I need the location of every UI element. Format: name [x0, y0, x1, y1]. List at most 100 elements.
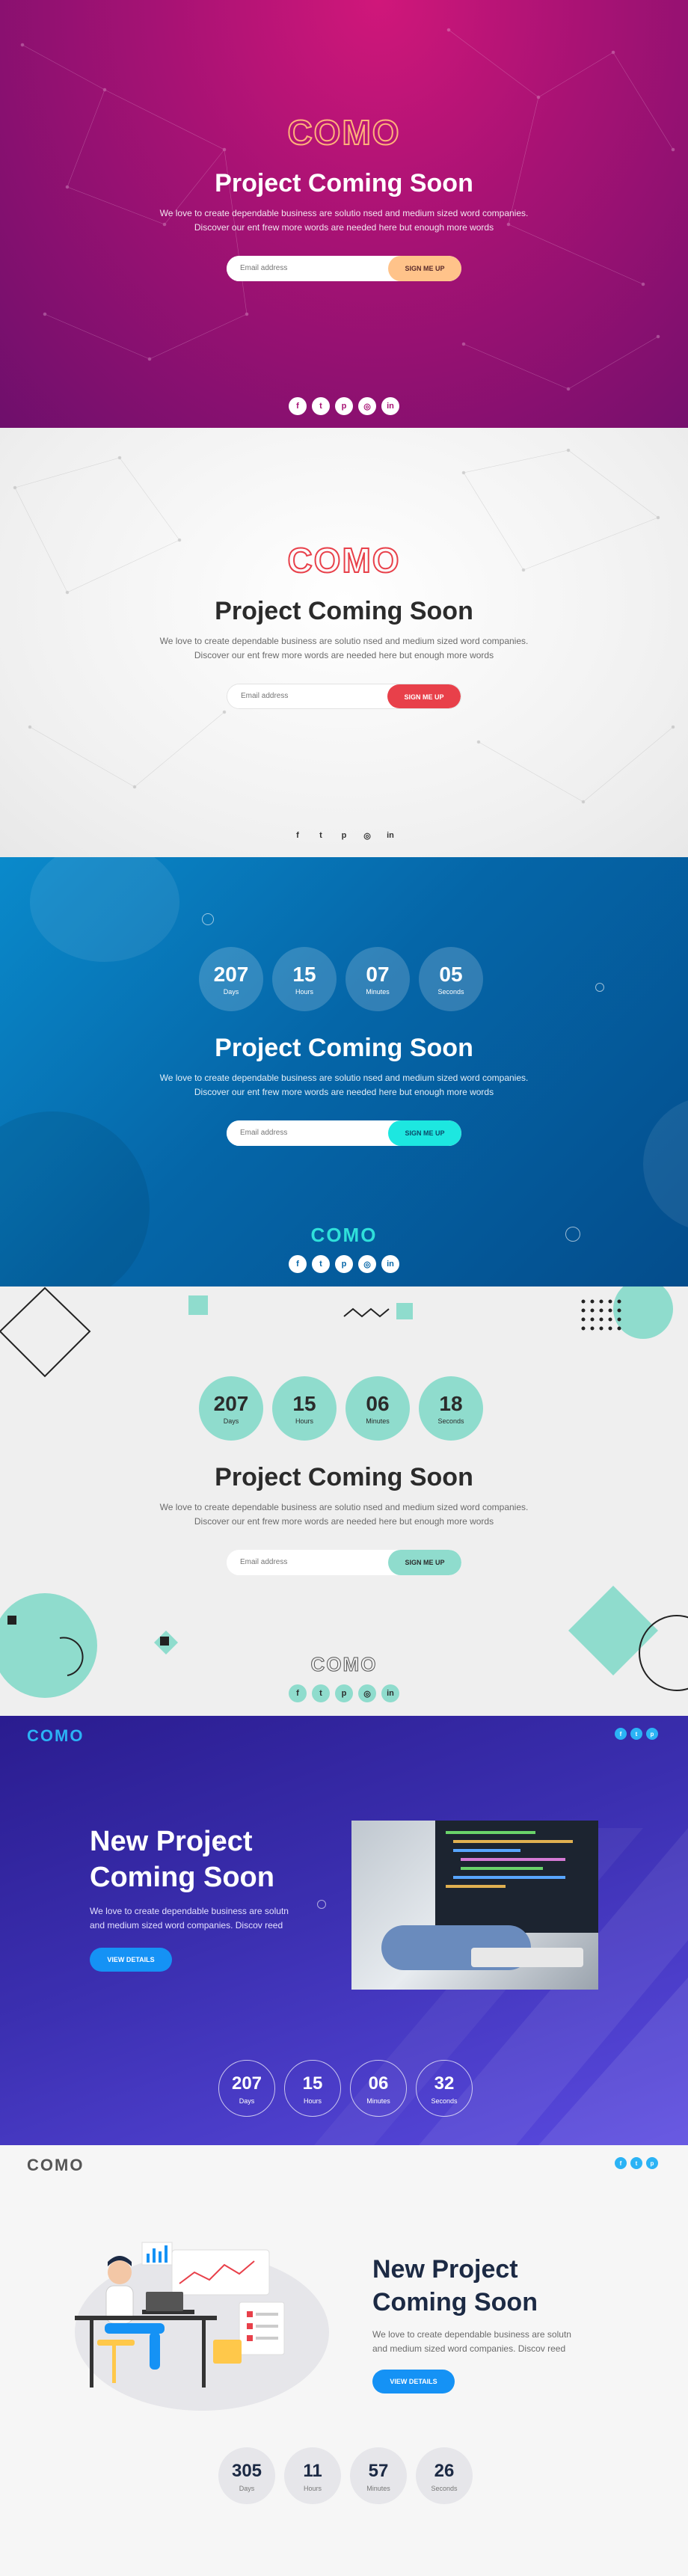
social-links: f t p	[615, 1728, 658, 1740]
countdown-days: 207 Days	[218, 2060, 275, 2117]
description-line-1: We love to create dependable business ar…	[372, 2329, 571, 2340]
twitter-icon[interactable]: t	[630, 2157, 642, 2169]
countdown-minutes: 06 Minutes	[345, 1376, 410, 1441]
facebook-icon[interactable]: f	[615, 2157, 627, 2169]
countdown: 305 Days 11 Hours 57 Minutes 26 Seconds	[218, 2447, 473, 2504]
twitter-icon[interactable]: t	[312, 827, 330, 844]
sign-up-button[interactable]: SIGN ME UP	[388, 256, 461, 281]
twitter-icon[interactable]: t	[312, 1684, 330, 1702]
countdown-days: 207 Days	[199, 1376, 263, 1441]
description-line-1: We love to create dependable business ar…	[159, 636, 529, 646]
decorative-circle	[30, 857, 179, 962]
page-title-line-1: New Project	[90, 1826, 253, 1857]
countdown-hours: 11 Hours	[284, 2447, 341, 2504]
twitter-icon[interactable]: t	[630, 1728, 642, 1740]
new-project-purple-section: COMO f t p New Project Coming Soon We lo…	[0, 1716, 688, 2145]
linkedin-icon[interactable]: in	[381, 827, 399, 844]
coding-photo	[351, 1821, 598, 1990]
description-line-1: We love to create dependable business ar…	[159, 1502, 529, 1512]
instagram-icon[interactable]: ◎	[358, 1684, 376, 1702]
pinterest-icon[interactable]: p	[646, 2157, 658, 2169]
page-title: Project Coming Soon	[215, 1034, 473, 1062]
keyboard	[471, 1948, 583, 1967]
social-links: f t p ◎ in	[0, 397, 688, 415]
pinterest-icon[interactable]: p	[646, 1728, 658, 1740]
countdown: 207 Days 15 Hours 06 Minutes 18 Seconds	[199, 1376, 483, 1441]
countdown-minutes: 57 Minutes	[350, 2447, 407, 2504]
email-input[interactable]	[227, 1120, 388, 1146]
page-title-line-1: New Project	[372, 2255, 518, 2284]
como-logo: COMO	[27, 2156, 85, 2174]
description-line-2: Discover our ent frew more words are nee…	[194, 1516, 494, 1527]
description-line-2: Discover our ent frew more words are nee…	[194, 1087, 494, 1097]
countdown-seconds: 05 Seconds	[419, 947, 483, 1011]
view-details-button[interactable]: VIEW DETAILS	[372, 2370, 455, 2393]
social-links: f t p	[615, 2157, 658, 2169]
coming-soon-magenta-section: COMO Project Coming Soon We love to crea…	[0, 0, 688, 428]
twitter-icon[interactable]: t	[312, 397, 330, 415]
description-line-2: Discover our ent frew more words are nee…	[194, 222, 494, 233]
social-links: f t p ◎ in	[0, 1255, 688, 1273]
countdown-minutes: 06 Minutes	[350, 2060, 407, 2117]
new-project-light-section: COMO f t p New Project Coming Soon We lo…	[0, 2145, 688, 2576]
linkedin-icon[interactable]: in	[381, 397, 399, 415]
pinterest-icon[interactable]: p	[335, 827, 353, 844]
signup-form: SIGN ME UP	[227, 1120, 461, 1146]
page-title-line-2: Coming Soon	[372, 2288, 538, 2316]
linkedin-icon[interactable]: in	[381, 1255, 399, 1273]
countdown-seconds: 26 Seconds	[416, 2447, 473, 2504]
sign-up-button[interactable]: SIGN ME UP	[388, 1550, 461, 1575]
countdown-hours: 15 Hours	[272, 947, 337, 1011]
facebook-icon[interactable]: f	[289, 1255, 307, 1273]
facebook-icon[interactable]: f	[289, 1684, 307, 1702]
view-details-button[interactable]: VIEW DETAILS	[90, 1948, 172, 1972]
facebook-icon[interactable]: f	[615, 1728, 627, 1740]
email-input[interactable]	[227, 1550, 388, 1575]
decorative-ring	[317, 1900, 326, 1909]
countdown-hours: 15 Hours	[284, 2060, 341, 2117]
email-input[interactable]	[227, 256, 388, 281]
description-line-2: and medium sized word companies. Discov …	[372, 2343, 566, 2354]
linkedin-icon[interactable]: in	[381, 1684, 399, 1702]
pinterest-icon[interactable]: p	[335, 1255, 353, 1273]
page-title: Project Coming Soon	[215, 1463, 473, 1491]
sign-up-button[interactable]: SIGN ME UP	[388, 1120, 461, 1146]
twitter-icon[interactable]: t	[312, 1255, 330, 1273]
pinterest-icon[interactable]: p	[335, 1684, 353, 1702]
page-title: Project Coming Soon	[215, 169, 473, 197]
countdown-seconds: 32 Seconds	[416, 2060, 473, 2117]
como-logo: COMO	[27, 1726, 85, 1745]
description-line-1: We love to create dependable business ar…	[159, 208, 529, 218]
signup-form: SIGN ME UP	[227, 256, 461, 281]
countdown-seconds: 18 Seconds	[419, 1376, 483, 1441]
countdown: 207 Days 15 Hours 06 Minutes 32 Seconds	[218, 2060, 473, 2117]
social-links: f t p ◎ in	[0, 827, 688, 844]
description-line-2: and medium sized word companies. Discov …	[90, 1920, 283, 1931]
como-logo: COMO	[310, 1224, 378, 1246]
decorative-ring	[595, 983, 604, 992]
instagram-icon[interactable]: ◎	[358, 1255, 376, 1273]
facebook-icon[interactable]: f	[289, 827, 307, 844]
email-input[interactable]	[227, 684, 387, 708]
description-line-1: We love to create dependable business ar…	[159, 1073, 529, 1083]
social-links: f t p ◎ in	[0, 1684, 688, 1702]
sign-up-button[interactable]: SIGN ME UP	[387, 684, 461, 708]
facebook-icon[interactable]: f	[289, 397, 307, 415]
signup-form: SIGN ME UP	[227, 684, 461, 709]
signup-form: SIGN ME UP	[227, 1550, 461, 1575]
countdown: 207 Days 15 Hours 07 Minutes 05 Seconds	[199, 947, 483, 1011]
coming-soon-mint-section: 207 Days 15 Hours 06 Minutes 18 Seconds Proj…	[0, 1287, 688, 1716]
como-logo: COMO	[310, 1653, 378, 1676]
como-logo: COMO	[286, 540, 401, 580]
description-line-1: We love to create dependable business ar…	[90, 1906, 289, 1916]
countdown-hours: 15 Hours	[272, 1376, 337, 1441]
pinterest-icon[interactable]: p	[335, 397, 353, 415]
countdown-minutes: 07 Minutes	[345, 947, 410, 1011]
countdown-days: 207 Days	[199, 947, 263, 1011]
instagram-icon[interactable]: ◎	[358, 397, 376, 415]
instagram-icon[interactable]: ◎	[358, 827, 376, 844]
page-title: Project Coming Soon	[215, 597, 473, 625]
monitor	[435, 1821, 598, 1933]
description-line-2: Discover our ent frew more words are nee…	[194, 650, 494, 660]
coming-soon-blue-section: 207 Days 15 Hours 07 Minutes 05 Seconds Proj…	[0, 857, 688, 1287]
